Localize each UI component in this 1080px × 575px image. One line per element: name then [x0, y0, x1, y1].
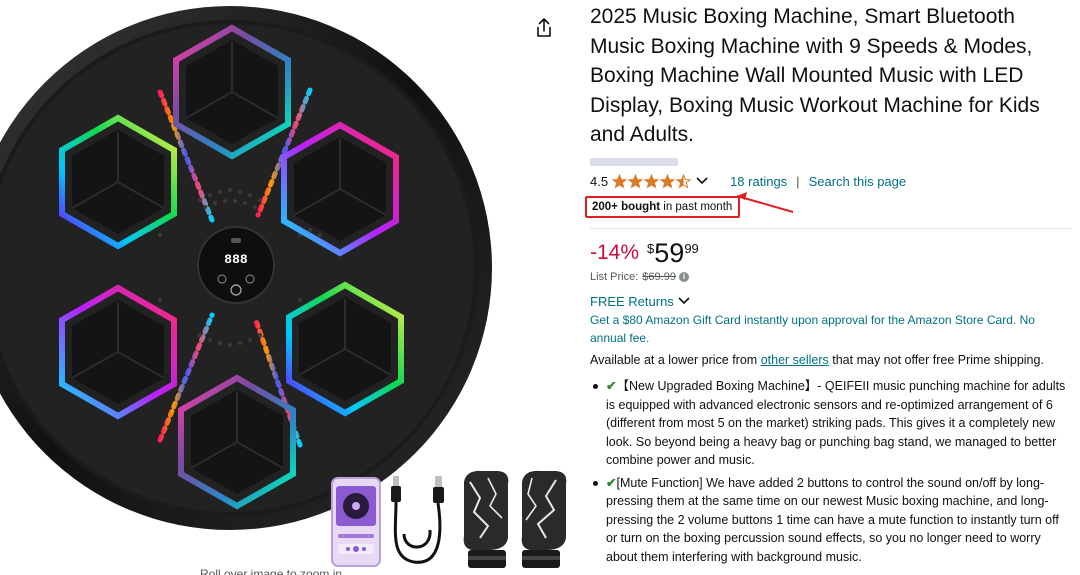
availability-suffix: that may not offer free Prime shipping. [828, 352, 1044, 367]
star-icon [628, 174, 644, 189]
pad-upper-right [281, 121, 399, 257]
pad-lower-right [286, 281, 404, 417]
star-icon [660, 174, 676, 189]
free-returns-link[interactable]: FREE Returns [590, 294, 1072, 309]
product-title: 2025 Music Boxing Machine, Smart Bluetoo… [590, 5, 1040, 146]
pad-lower-left [59, 284, 177, 420]
rating-row: 4.5 18 ratings | Search this page [590, 172, 1072, 192]
pad-top [173, 24, 291, 160]
bought-badge: 200+ bought in past month [585, 195, 741, 218]
discount-percent: -14% [590, 240, 640, 264]
star-icon [644, 174, 660, 189]
availability-prefix: Available at a lower price from [590, 352, 761, 367]
thumbnail-phone-app[interactable] [330, 476, 382, 568]
brand-link-placeholder[interactable] [590, 157, 678, 166]
feature-bullet: ✔【New Upgraded Boxing Machine】- QEIFEII … [590, 377, 1072, 470]
separator: | [796, 174, 800, 189]
thumbnail-boxing-gloves[interactable] [458, 468, 570, 572]
thumbnail-usb-cable[interactable] [386, 470, 448, 570]
list-price: List Price: $69.99 i [590, 271, 1072, 283]
share-button[interactable] [532, 16, 556, 40]
feature-bullet: ✔[Mute Function] We have added 2 buttons… [590, 474, 1072, 567]
ratings-count-link[interactable]: 18 ratings [730, 174, 787, 189]
led-display: 888 [224, 252, 248, 267]
chevron-down-icon[interactable] [696, 176, 708, 188]
feature-bullet-text: 【New Upgraded Boxing Machine】- QEIFEII m… [606, 379, 1066, 467]
check-icon: ✔ [606, 379, 617, 393]
price-whole: 59 [654, 237, 685, 268]
price-fraction: 99 [684, 240, 699, 256]
rating-value: 4.5 [590, 174, 609, 189]
star-icon [676, 174, 692, 189]
pad-upper-left [59, 114, 177, 250]
price-row: -14% $ 59 99 [590, 239, 1072, 269]
product-detail-panel: 2025 Music Boxing Machine, Smart Bluetoo… [585, 0, 1072, 570]
chevron-down-icon [678, 297, 690, 305]
share-icon [537, 18, 551, 37]
bought-count: 200+ bought [592, 200, 661, 213]
feature-bullets: ✔【New Upgraded Boxing Machine】- QEIFEII … [590, 377, 1072, 566]
bought-period: in past month [660, 200, 733, 213]
star-icon [612, 174, 628, 189]
list-price-value: $69.99 [642, 270, 676, 283]
star-rating[interactable] [612, 174, 692, 189]
search-this-page-link[interactable]: Search this page [809, 174, 907, 189]
check-icon: ✔ [606, 475, 617, 490]
image-caption: Roll over image to zoom in [200, 567, 343, 575]
pad-bottom [178, 374, 296, 510]
free-returns-label: FREE Returns [590, 293, 674, 309]
list-price-label: List Price: [590, 270, 639, 283]
feature-bullet-text: [Mute Function] We have added 2 buttons … [606, 475, 1059, 564]
image-panel: 888 Roll over image to zoom in [0, 0, 580, 575]
divider [590, 227, 1072, 229]
gift-card-offer-link[interactable]: Get a $80 Amazon Gift Card instantly upo… [590, 311, 1072, 348]
other-sellers-link[interactable]: other sellers [761, 353, 829, 367]
price-currency: $ [647, 240, 655, 256]
info-icon[interactable]: i [678, 271, 689, 282]
availability-note: Available at a lower price from other se… [590, 351, 1072, 370]
